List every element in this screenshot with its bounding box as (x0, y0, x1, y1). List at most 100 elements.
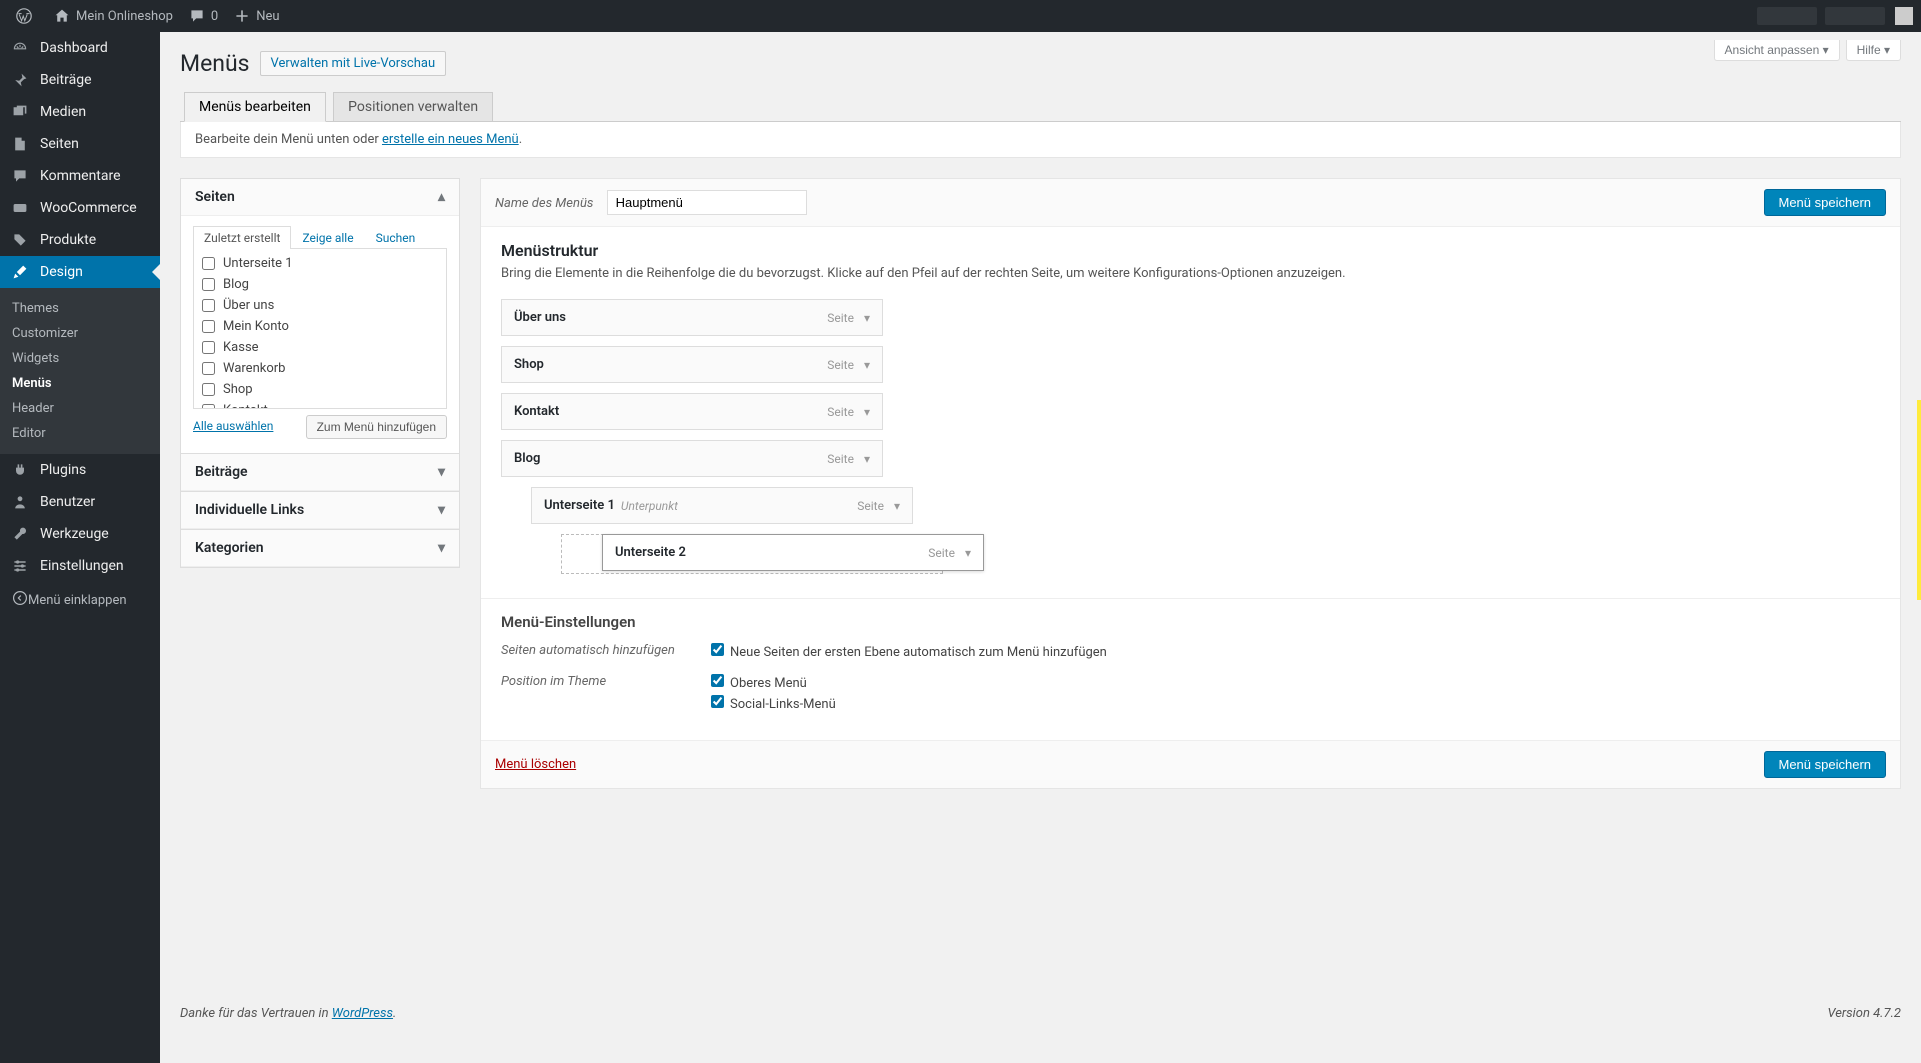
tab-recent[interactable]: Zuletzt erstellt (193, 226, 291, 249)
chevron-down-icon[interactable]: ▾ (894, 499, 900, 513)
accordion-pages-title[interactable]: Seiten ▴ (181, 179, 459, 216)
list-item[interactable]: Kontakt (194, 400, 446, 409)
location-social-label[interactable]: Social-Links-Menü (711, 695, 1880, 712)
user-name-placeholder (1825, 7, 1885, 25)
live-preview-button[interactable]: Verwalten mit Live-Vorschau (260, 51, 447, 76)
accordion-posts-title[interactable]: Beiträge ▾ (181, 454, 459, 491)
add-to-menu-button[interactable]: Zum Menü hinzufügen (306, 415, 447, 439)
site-name-link[interactable]: Mein Onlineshop (46, 0, 181, 32)
menu-design[interactable]: Design (0, 256, 160, 288)
page-checkbox[interactable] (202, 341, 215, 354)
menu-dashboard[interactable]: Dashboard (0, 32, 160, 64)
save-menu-button-top[interactable]: Menü speichern (1764, 189, 1887, 216)
tab-all[interactable]: Zeige alle (291, 226, 364, 249)
menu-item-contact[interactable]: Kontakt Seite▾ (501, 393, 883, 430)
list-item[interactable]: Shop (194, 379, 446, 400)
pages-tabs: Zuletzt erstellt Zeige alle Suchen (193, 226, 447, 249)
plus-icon (234, 8, 250, 24)
submenu-customizer[interactable]: Customizer (0, 321, 160, 346)
user-icon (12, 494, 32, 510)
page-checkbox[interactable] (202, 299, 215, 312)
comments-link[interactable]: 0 (181, 0, 226, 32)
menu-products[interactable]: Produkte (0, 224, 160, 256)
menu-settings[interactable]: Einstellungen (0, 550, 160, 582)
wordpress-icon (16, 8, 32, 24)
menu-comments[interactable]: Kommentare (0, 160, 160, 192)
chevron-down-icon[interactable]: ▾ (864, 358, 870, 372)
location-top-label[interactable]: Oberes Menü (711, 674, 1880, 691)
chevron-down-icon[interactable]: ▾ (864, 405, 870, 419)
menu-item-blog[interactable]: Blog Seite▾ (501, 440, 883, 477)
list-item[interactable]: Unterseite 1 (194, 253, 446, 274)
tab-search[interactable]: Suchen (365, 226, 427, 249)
menu-name-label: Name des Menüs (495, 196, 593, 211)
chevron-down-icon[interactable]: ▾ (864, 452, 870, 466)
media-icon (12, 104, 32, 120)
menu-name-input[interactable] (607, 190, 807, 215)
comment-icon (12, 168, 32, 184)
menu-item-sub2-dragging[interactable]: Unterseite 2 Seite▾ (602, 534, 984, 571)
scrollbar-highlight (1917, 400, 1921, 600)
chevron-down-icon: ▾ (438, 502, 445, 518)
menu-woocommerce[interactable]: WooCommerce (0, 192, 160, 224)
auto-add-checkbox-label[interactable]: Neue Seiten der ersten Ebene automatisch… (711, 643, 1880, 660)
menu-pages[interactable]: Seiten (0, 128, 160, 160)
help-button[interactable]: Hilfe ▾ (1846, 40, 1901, 61)
list-item[interactable]: Über uns (194, 295, 446, 316)
page-checkbox[interactable] (202, 257, 215, 270)
menu-settings: Menü-Einstellungen Seiten automatisch hi… (481, 598, 1900, 740)
submenu-themes[interactable]: Themes (0, 296, 160, 321)
submenu-editor[interactable]: Editor (0, 421, 160, 446)
location-social-checkbox[interactable] (711, 695, 724, 708)
pin-icon (12, 72, 32, 88)
page-title: Menüs (180, 50, 250, 77)
create-new-menu-link[interactable]: erstelle ein neues Menü (382, 132, 519, 147)
page-checkbox[interactable] (202, 362, 215, 375)
chevron-down-icon[interactable]: ▾ (965, 546, 971, 560)
save-menu-button-bottom[interactable]: Menü speichern (1764, 751, 1887, 778)
menu-posts[interactable]: Beiträge (0, 64, 160, 96)
menu-item-about[interactable]: Über uns Seite▾ (501, 299, 883, 336)
drop-placeholder: Unterseite 2 Seite▾ (561, 534, 943, 574)
accordion-links-title[interactable]: Individuelle Links ▾ (181, 492, 459, 529)
list-item[interactable]: Mein Konto (194, 316, 446, 337)
admin-bar-right (1753, 7, 1913, 25)
comment-icon (189, 8, 205, 24)
page-checkbox[interactable] (202, 278, 215, 291)
list-item[interactable]: Kasse (194, 337, 446, 358)
structure-title: Menüstruktur (501, 241, 1880, 260)
admin-footer: Danke für das Vertrauen in WordPress. Ve… (160, 996, 1921, 1031)
page-checkbox[interactable] (202, 383, 215, 396)
wordpress-link[interactable]: WordPress (332, 1006, 393, 1021)
list-item[interactable]: Warenkorb (194, 358, 446, 379)
menu-item-sub1[interactable]: Unterseite 1 Unterpunkt Seite▾ (531, 487, 913, 524)
page-checkbox[interactable] (202, 320, 215, 333)
tab-edit-menus[interactable]: Menüs bearbeiten (184, 92, 326, 122)
tab-manage-locations[interactable]: Positionen verwalten (333, 92, 493, 121)
menu-media[interactable]: Medien (0, 96, 160, 128)
accordion-categories-title[interactable]: Kategorien ▾ (181, 530, 459, 567)
user-greeting-placeholder (1757, 7, 1817, 25)
avatar[interactable] (1895, 7, 1913, 25)
delete-menu-link[interactable]: Menü löschen (495, 757, 576, 772)
menu-item-shop[interactable]: Shop Seite▾ (501, 346, 883, 383)
submenu-menus[interactable]: Menüs (0, 371, 160, 396)
screen-options-button[interactable]: Ansicht anpassen ▾ (1714, 40, 1840, 61)
menu-users[interactable]: Benutzer (0, 486, 160, 518)
menu-plugins[interactable]: Plugins (0, 454, 160, 486)
location-top-checkbox[interactable] (711, 674, 724, 687)
pages-checklist[interactable]: Unterseite 1 Blog Über uns Mein Konto Ka… (193, 249, 447, 409)
list-item[interactable]: Blog (194, 274, 446, 295)
brush-icon (12, 264, 32, 280)
admin-bar: Mein Onlineshop 0 Neu (0, 0, 1921, 32)
chevron-down-icon[interactable]: ▾ (864, 311, 870, 325)
collapse-menu[interactable]: Menü einklappen (0, 582, 160, 618)
select-all-link[interactable]: Alle auswählen (193, 419, 273, 433)
submenu-header[interactable]: Header (0, 396, 160, 421)
new-content-link[interactable]: Neu (226, 0, 287, 32)
chevron-down-icon: ▾ (438, 540, 445, 556)
menu-tools[interactable]: Werkzeuge (0, 518, 160, 550)
wp-logo[interactable] (8, 0, 46, 32)
submenu-widgets[interactable]: Widgets (0, 346, 160, 371)
auto-add-checkbox[interactable] (711, 643, 724, 656)
